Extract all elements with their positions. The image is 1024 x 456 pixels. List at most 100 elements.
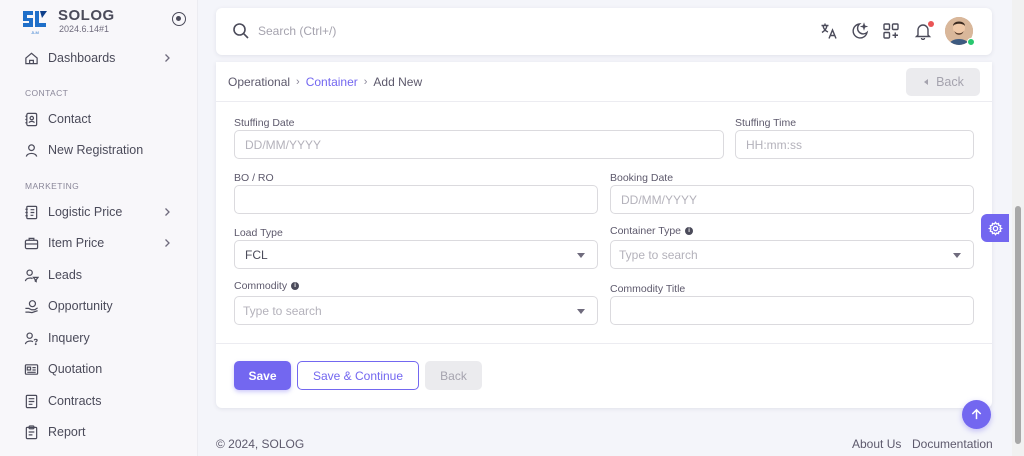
section-marketing: MARKETING <box>25 181 80 191</box>
header-back-label: Back <box>936 75 964 89</box>
sidebar-item-report[interactable]: Report <box>12 418 182 446</box>
header-back-button[interactable]: Back <box>906 68 980 96</box>
sidebar-item-dashboards[interactable]: Dashboards <box>12 44 182 72</box>
sidebar-item-item-price[interactable]: Item Price <box>12 229 182 257</box>
hand-coin-icon <box>25 299 38 313</box>
customizer-button[interactable] <box>981 214 1009 242</box>
stuffing-time-input[interactable] <box>735 130 974 159</box>
notebook-icon <box>25 205 38 219</box>
breadcrumb-operational[interactable]: Operational <box>228 75 290 89</box>
notification-badge <box>928 21 934 27</box>
brand-name: SOLOG <box>58 6 115 24</box>
sidebar-item-label: Leads <box>48 268 83 282</box>
arrow-up-icon <box>971 408 982 420</box>
commodity-select[interactable]: Type to search <box>234 296 598 325</box>
sidebar-item-opportunity[interactable]: Opportunity <box>12 292 182 320</box>
briefcase-icon <box>24 237 39 249</box>
sidebar-item-inquery[interactable]: Inquery <box>12 324 182 352</box>
home-icon <box>25 52 38 64</box>
footer-copyright: © 2024, SOLOG <box>216 437 305 451</box>
load-type-label: Load Type <box>234 227 283 239</box>
commodity-placeholder: Type to search <box>243 303 322 318</box>
sidebar-item-contact[interactable]: Contact <box>12 105 182 133</box>
brand[interactable]: JLM SOLOG 2024.6.14#1 <box>20 6 115 36</box>
page-scrollbar[interactable] <box>1012 0 1024 456</box>
sidebar: JLM SOLOG 2024.6.14#1 Dashboards CONTACT… <box>0 0 198 456</box>
sidebar-item-leads[interactable]: Leads <box>12 261 182 289</box>
bo-ro-input[interactable] <box>234 185 598 214</box>
user-icon <box>25 143 38 157</box>
sidebar-item-label: Contact <box>48 112 92 126</box>
footer-about-link[interactable]: About Us <box>852 437 901 451</box>
sidebar-item-label: Logistic Price <box>48 205 123 219</box>
stuffing-date-label: Stuffing Date <box>234 117 295 129</box>
scrollbar-thumb[interactable] <box>1015 206 1021 444</box>
topbar <box>216 8 992 55</box>
load-type-value: FCL <box>245 247 268 262</box>
id-card-icon <box>24 363 39 375</box>
footer-docs-link[interactable]: Documentation <box>912 437 993 451</box>
commodity-title-input[interactable] <box>610 296 974 325</box>
container-type-label-wrap: Container Type i <box>610 225 694 237</box>
sidebar-item-quotation[interactable]: Quotation <box>12 355 182 383</box>
back-button[interactable]: Back <box>425 361 482 390</box>
save-button[interactable]: Save <box>234 361 291 390</box>
moon-icon[interactable] <box>851 22 869 40</box>
bo-ro-label: BO / RO <box>234 172 274 184</box>
search-input[interactable] <box>258 20 558 42</box>
user-question-icon <box>24 331 38 345</box>
container-type-label: Container Type <box>610 225 682 237</box>
dropdown-caret-icon <box>953 253 961 258</box>
clipboard-icon <box>25 424 38 439</box>
commodity-label: Commodity <box>234 280 288 292</box>
brand-version: 2024.6.14#1 <box>59 23 110 34</box>
sidebar-item-label: Report <box>48 425 86 439</box>
form-card: Operational › Container › Add New Back S… <box>216 62 992 408</box>
info-icon[interactable]: i <box>291 282 300 290</box>
commodity-title-label: Commodity Title <box>610 283 686 295</box>
online-status-badge <box>967 38 975 46</box>
caret-left-icon <box>924 79 929 85</box>
document-list-icon <box>25 394 38 408</box>
translate-icon[interactable] <box>820 22 838 40</box>
stuffing-date-input[interactable] <box>234 130 724 159</box>
breadcrumb: Operational › Container › Add New <box>228 75 422 89</box>
sidebar-item-label: Inquery <box>48 331 90 345</box>
sidebar-item-contracts[interactable]: Contracts <box>12 387 182 415</box>
sidebar-item-label: Opportunity <box>48 299 113 313</box>
gear-icon <box>987 220 1003 236</box>
booking-date-input[interactable] <box>610 185 974 214</box>
sidebar-item-label: Contracts <box>48 394 102 408</box>
booking-date-label: Booking Date <box>610 172 674 184</box>
dropdown-caret-icon <box>577 309 585 314</box>
dropdown-caret-icon <box>577 253 585 258</box>
sidebar-item-label: Dashboards <box>48 51 116 65</box>
save-continue-button[interactable]: Save & Continue <box>297 361 419 390</box>
grid-add-icon[interactable] <box>882 22 900 40</box>
sidebar-item-label: New Registration <box>48 143 144 157</box>
container-type-select[interactable]: Type to search <box>610 240 974 269</box>
sidebar-item-label: Quotation <box>48 362 103 376</box>
sidebar-item-logistic-price[interactable]: Logistic Price <box>12 198 182 226</box>
breadcrumb-separator: › <box>363 76 368 88</box>
search-icon[interactable] <box>232 22 250 40</box>
chevron-right-icon <box>165 239 170 247</box>
user-filter-icon <box>24 268 39 283</box>
form-divider <box>216 343 992 344</box>
load-type-select[interactable]: FCL <box>234 240 598 269</box>
logo-subtext: JLM <box>31 30 39 35</box>
breadcrumb-current: Add New <box>373 75 423 89</box>
section-contact: CONTACT <box>25 88 69 98</box>
chevron-right-icon <box>165 208 170 216</box>
sidebar-item-label: Item Price <box>48 236 105 250</box>
breadcrumb-separator: › <box>296 76 300 88</box>
stuffing-time-label: Stuffing Time <box>735 117 797 129</box>
container-type-placeholder: Type to search <box>619 247 698 262</box>
sidebar-item-new-registration[interactable]: New Registration <box>12 136 182 164</box>
chevron-right-icon <box>165 54 170 62</box>
scroll-to-top-button[interactable] <box>962 400 991 429</box>
commodity-label-wrap: Commodity i <box>234 280 300 292</box>
sidebar-collapse-icon[interactable] <box>172 12 186 26</box>
info-icon[interactable]: i <box>685 227 694 235</box>
breadcrumb-container[interactable]: Container <box>306 75 358 89</box>
